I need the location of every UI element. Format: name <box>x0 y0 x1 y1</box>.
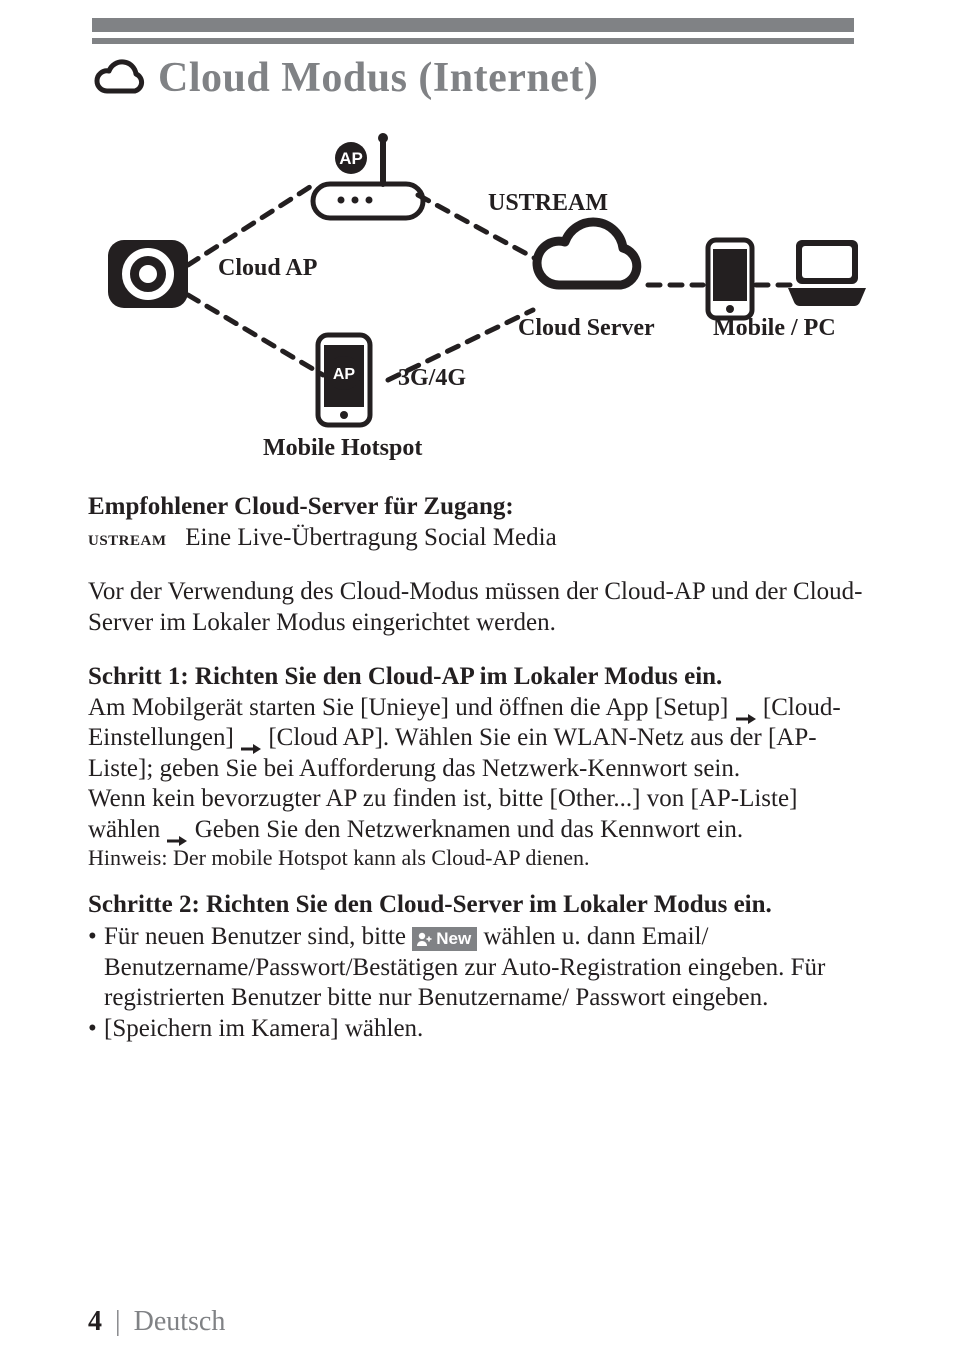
label-cloud-ap: Cloud AP <box>218 255 317 282</box>
step2-bullet-1: • Für neuen Benutzer sind, bitte New wäh… <box>88 922 874 1014</box>
network-diagram: AP AP <box>88 120 868 480</box>
footer-sep: | <box>115 1306 121 1337</box>
step2-heading: Schritte 2: Richten Sie den Cloud-Server… <box>88 890 874 921</box>
recommended-desc: Eine Live-Übertragung Social Media <box>185 524 556 551</box>
step1-body-2: Wenn kein bevorzugter AP zu finden ist, … <box>88 784 874 845</box>
ustream-brand: ustream <box>88 525 167 550</box>
arrow-icon <box>166 825 188 837</box>
footer-language: Deutsch <box>134 1306 226 1337</box>
header-bars <box>92 18 854 44</box>
intro-text: Vor der Verwendung des Cloud-Modus müsse… <box>88 577 874 638</box>
label-cloud-server: Cloud Server <box>518 315 655 342</box>
cloud-icon <box>88 58 150 98</box>
svg-text:AP: AP <box>333 366 356 383</box>
step1-heading: Schritt 1: Richten Sie den Cloud-AP im L… <box>88 662 874 693</box>
page-number: 4 <box>88 1306 102 1337</box>
new-badge: New <box>412 927 477 951</box>
step2-bullet-2: • [Speichern im Kamera] wählen. <box>88 1014 874 1045</box>
person-plus-icon <box>416 931 432 947</box>
arrow-icon <box>240 733 262 745</box>
page-title: Cloud Modus (Internet) <box>158 54 598 102</box>
step1-body-1: Am Mobilgerät starten Sie [Unieye] und ö… <box>88 693 874 785</box>
step1-note: Hinweis: Der mobile Hotspot kann als Clo… <box>88 845 874 872</box>
recommended-heading: Empfohlener Cloud-Server für Zugang: <box>88 492 874 523</box>
label-ustream: USTREAM <box>488 190 608 217</box>
label-mobile-hotspot: Mobile Hotspot <box>263 435 422 462</box>
recommended-line: ustream Eine Live-Übertragung Social Med… <box>88 523 874 554</box>
arrow-icon <box>735 703 757 715</box>
page-footer: 4 | Deutsch <box>88 1306 225 1338</box>
label-mobile-pc: Mobile / PC <box>713 315 836 342</box>
svg-text:AP: AP <box>339 149 363 168</box>
page-title-row: Cloud Modus (Internet) <box>88 54 874 102</box>
label-3g4g: 3G/4G <box>398 365 466 392</box>
